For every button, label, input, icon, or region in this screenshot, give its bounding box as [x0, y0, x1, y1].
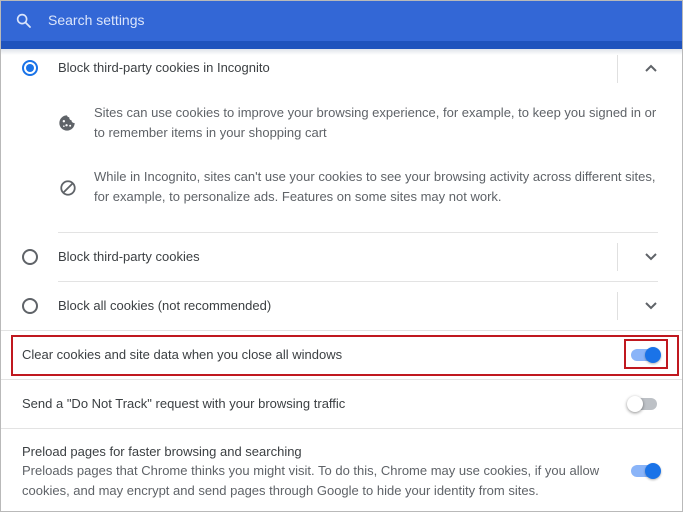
- cookie-option-all: Block all cookies (not recommended): [1, 282, 682, 330]
- setting-preload-pages: Preload pages for faster browsing and se…: [1, 429, 682, 511]
- divider: [617, 292, 618, 320]
- chevron-up-icon[interactable]: [645, 64, 657, 72]
- radio-block-third-party[interactable]: [22, 249, 38, 265]
- radio-block-all-cookies[interactable]: [22, 298, 38, 314]
- preload-description: Preloads pages that Chrome thinks you mi…: [22, 463, 600, 498]
- setting-label: Preload pages for faster browsing and se…: [22, 444, 302, 459]
- cookie-icon: [59, 115, 75, 131]
- option-label: Block third-party cookies: [58, 249, 200, 264]
- header-divider: [1, 41, 682, 49]
- divider: [617, 55, 618, 83]
- block-icon: [60, 180, 76, 196]
- cookie-option-third-party: Block third-party cookies: [1, 233, 682, 281]
- setting-label: Send a "Do Not Track" request with your …: [22, 396, 346, 411]
- toggle-highlight-box: [624, 339, 668, 369]
- option-label: Block all cookies (not recommended): [58, 298, 272, 313]
- chevron-down-icon[interactable]: [645, 253, 657, 261]
- highlight-box: [11, 335, 679, 376]
- divider: [617, 243, 618, 271]
- incognito-description: While in Incognito, sites can't use your…: [94, 169, 656, 204]
- radio-block-third-party-incognito[interactable]: [22, 60, 38, 76]
- preload-pages-toggle[interactable]: [629, 461, 663, 481]
- do-not-track-toggle[interactable]: [627, 394, 661, 414]
- settings-window: Search settings Block third-party cookie…: [0, 0, 683, 512]
- search-bar[interactable]: Search settings: [1, 1, 682, 41]
- cookie-option-incognito: Block third-party cookies in Incognito S…: [1, 55, 682, 235]
- search-icon[interactable]: [15, 12, 33, 30]
- cookie-usage-description: Sites can use cookies to improve your br…: [94, 105, 657, 140]
- search-input[interactable]: Search settings: [48, 12, 145, 28]
- option-label: Block third-party cookies in Incognito: [58, 60, 270, 75]
- setting-do-not-track: Send a "Do Not Track" request with your …: [1, 380, 682, 428]
- chevron-down-icon[interactable]: [645, 302, 657, 310]
